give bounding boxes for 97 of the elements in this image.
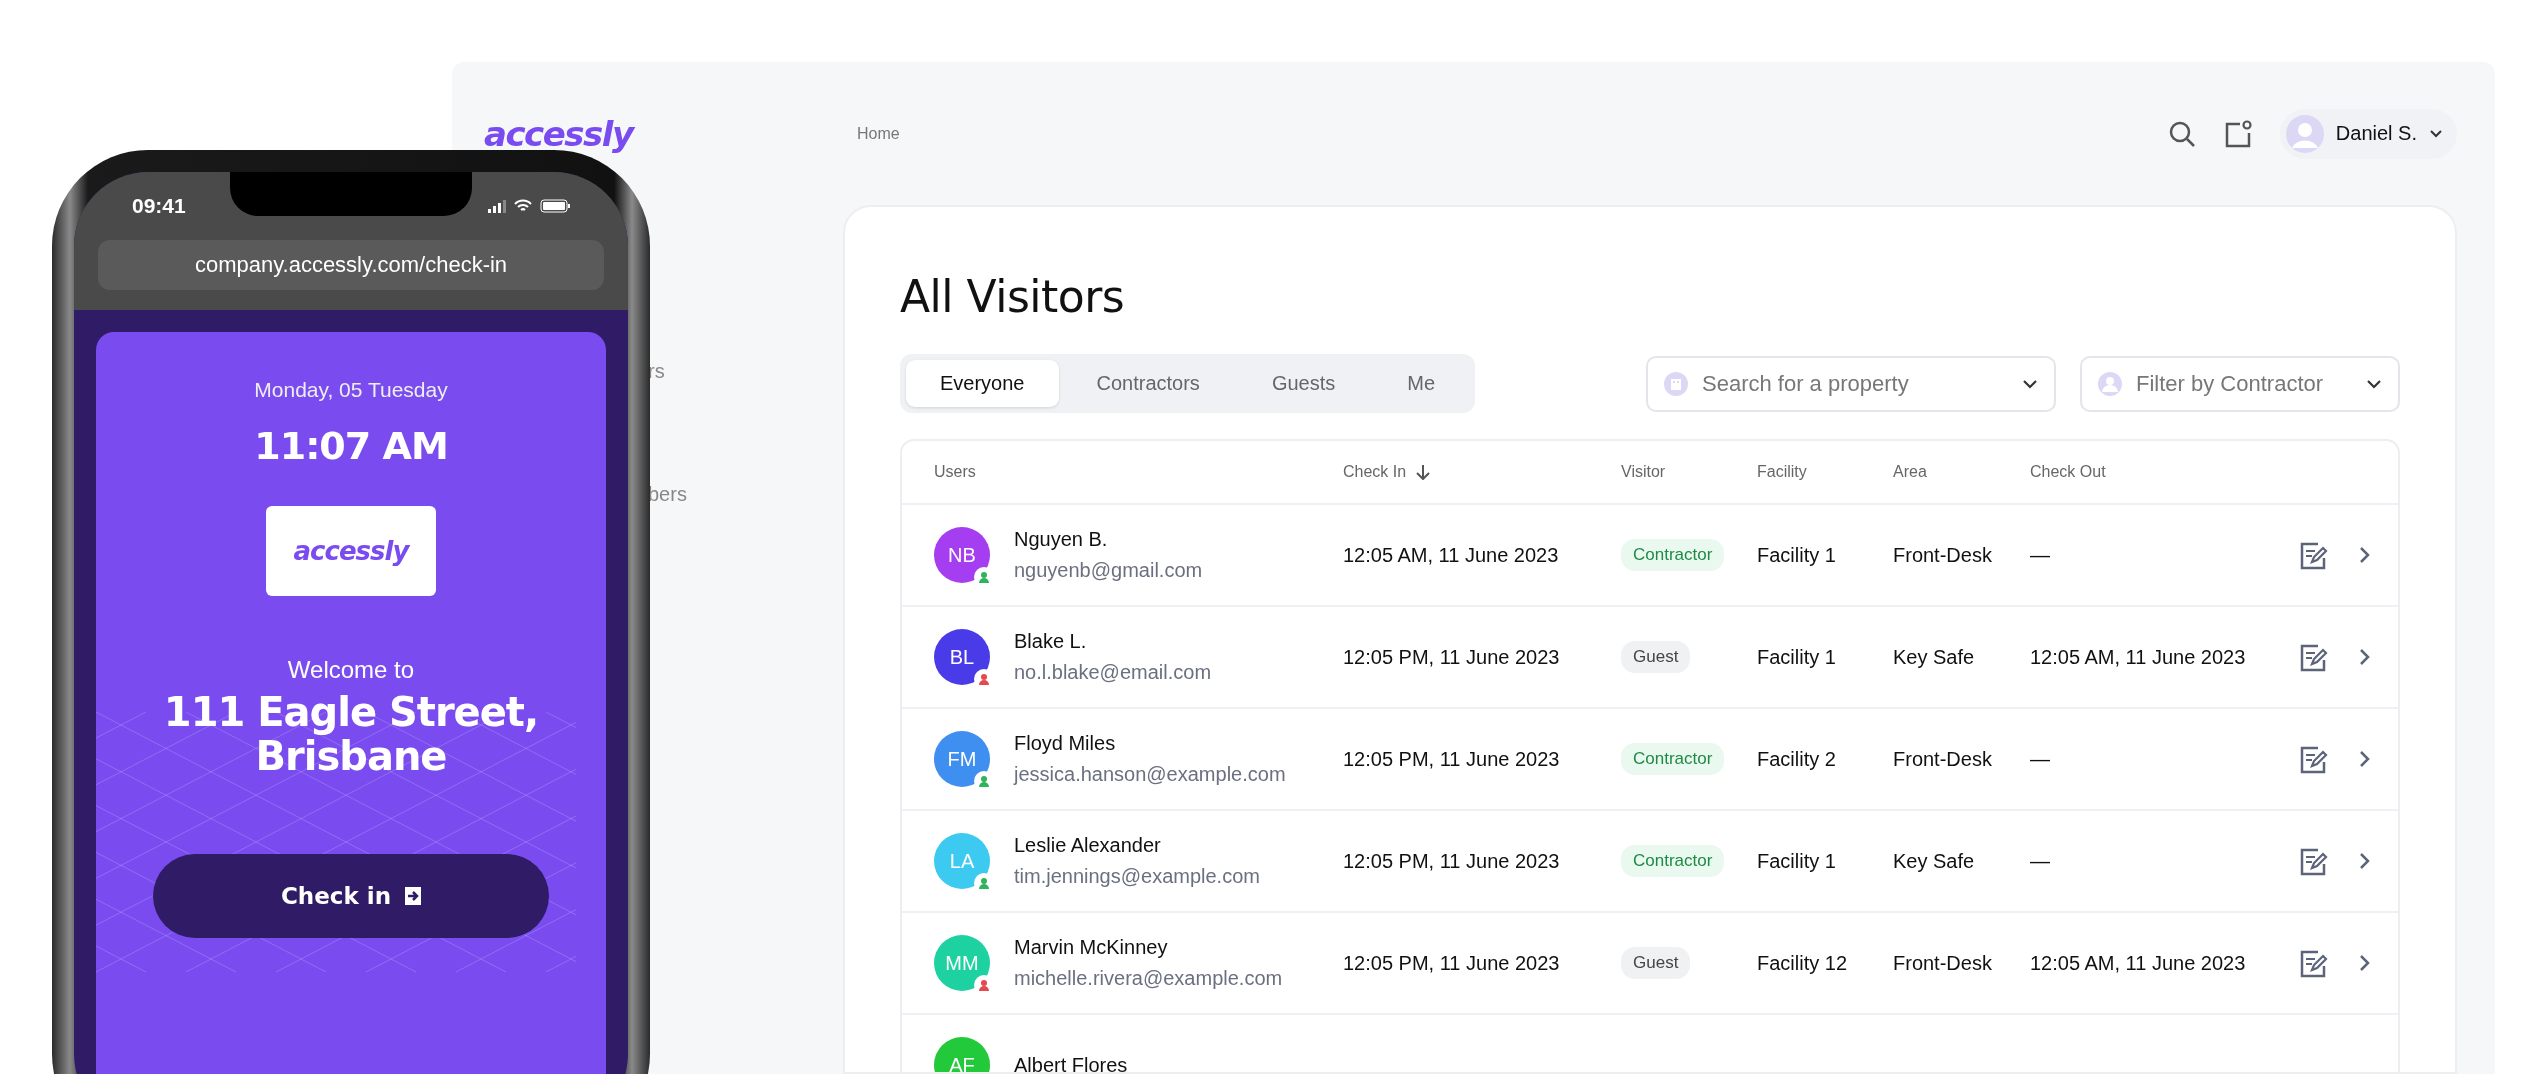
filter-tab[interactable]: Contractors	[1062, 360, 1234, 407]
visitor-type-tag: Guest	[1621, 947, 1691, 979]
column-header[interactable]: Area	[1893, 463, 1927, 481]
column-header[interactable]: Check In	[1343, 463, 1407, 481]
table-cell-text: Facility 1	[1757, 849, 1837, 873]
contractor-filter-field[interactable]: Filter by Contractor	[2134, 369, 2354, 398]
table-cell-text: 12:05 AM, 11 June 2023	[2030, 645, 2247, 669]
table-cell-text: Front-Desk	[1893, 747, 1993, 771]
table-cell-text: 12:05 PM, 11 June 2023	[1343, 951, 1561, 975]
user-menu[interactable]: Daniel S.	[2279, 108, 2457, 159]
sort-arrow-icon[interactable]	[1416, 464, 1431, 480]
column-header[interactable]: Check Out	[2030, 463, 2106, 481]
column-header[interactable]: Facility	[1757, 463, 1807, 481]
logo[interactable]: accessly	[484, 113, 857, 154]
logo: accessly	[266, 506, 436, 596]
check-in-button[interactable]: Check in	[153, 854, 549, 938]
avatar-initials: AF	[949, 1053, 975, 1072]
contractor-filter-dropdown[interactable]: Filter by Contractor	[2080, 355, 2400, 412]
user-name: Daniel S.	[2335, 122, 2417, 145]
visitor-type-tag: Contractor	[1621, 539, 1725, 571]
table-cell-text: Front-Desk	[1893, 951, 1993, 975]
person-icon	[978, 673, 990, 685]
table-cell-text: Key Safe	[1893, 645, 1976, 669]
visitor-type-tag: Guest	[1621, 641, 1691, 673]
building-icon	[1664, 371, 1688, 396]
user-name: Nguyen B.	[1014, 528, 1109, 551]
chevron-right-icon[interactable]	[2358, 750, 2370, 768]
avatar-initials: BL	[949, 645, 975, 669]
edit-icon[interactable]	[2298, 846, 2328, 876]
filter-tab[interactable]: Me	[1373, 360, 1470, 407]
table-cell-text: 12:05 PM, 11 June 2023	[1343, 645, 1561, 669]
search-icon[interactable]	[2167, 119, 2196, 148]
user-email: jessica.hanson@example.com	[1014, 763, 1286, 786]
avatar-icon	[2285, 114, 2324, 153]
table-cell-text: Facility 1	[1757, 543, 1837, 567]
column-header[interactable]: Users	[934, 463, 976, 481]
person-icon	[978, 979, 990, 991]
visitor-type-tag: Contractor	[1621, 845, 1725, 877]
avatar-initials: LA	[949, 849, 975, 873]
column-header[interactable]: Visitor	[1621, 463, 1666, 481]
notification-icon[interactable]	[2223, 119, 2252, 148]
person-icon	[2098, 371, 2122, 396]
user-name: Blake L.	[1014, 630, 1088, 653]
person-icon	[978, 775, 990, 787]
filter-tab[interactable]: Everyone	[906, 360, 1059, 407]
table-cell-text: Key Safe	[1893, 849, 1976, 873]
table-cell-text: —	[2030, 747, 2051, 771]
table-cell-text: Facility 1	[1757, 645, 1837, 669]
address-heading: 111 Eagle Street, Brisbane	[162, 690, 540, 778]
chevron-right-icon[interactable]	[2358, 546, 2370, 564]
table-cell-text: 12:05 AM, 11 June 2023	[2030, 951, 2247, 975]
property-search-dropdown[interactable]: Search for a property	[1646, 355, 2056, 412]
status-time: 09:41	[132, 194, 186, 218]
chevron-down-icon	[2366, 378, 2382, 389]
table-cell-text: —	[2030, 849, 2051, 873]
user-email: no.l.blake@email.com	[1014, 661, 1212, 684]
table-cell-text: —	[2030, 543, 2051, 567]
edit-icon[interactable]	[2298, 642, 2328, 672]
chevron-down-icon	[2022, 378, 2038, 389]
wifi-icon	[514, 199, 532, 213]
table-cell-text: Facility 2	[1757, 747, 1837, 771]
chevron-right-icon[interactable]	[2358, 852, 2370, 870]
table-cell-text: Facility 12	[1757, 951, 1849, 975]
date-text: Monday, 05 Tuesday	[254, 378, 448, 402]
address-bar: company.accessly.com/check-in	[98, 240, 604, 290]
page-title: All Visitors	[900, 271, 1126, 322]
visitor-type-tag: Contractor	[1621, 743, 1725, 775]
user-email: tim.jennings@example.com	[1014, 865, 1260, 888]
table-cell-text: 12:05 AM, 11 June 2023	[1343, 543, 1560, 567]
table-cell-text: 12:05 PM, 11 June 2023	[1343, 849, 1561, 873]
property-search-field[interactable]: Search for a property	[1700, 369, 2010, 398]
edit-icon[interactable]	[2298, 540, 2328, 570]
user-name: Leslie Alexander	[1014, 834, 1162, 857]
user-name: Albert Flores	[1014, 1053, 1128, 1072]
table-cell-text: Front-Desk	[1893, 543, 1993, 567]
breadcrumb-link[interactable]: Home	[857, 124, 900, 143]
chevron-right-icon[interactable]	[2358, 954, 2370, 972]
signal-icon	[488, 199, 506, 213]
edit-icon[interactable]	[2298, 744, 2328, 774]
user-email: michelle.rivera@example.com	[1014, 967, 1283, 990]
user-name: Floyd Miles	[1014, 732, 1117, 755]
clock-time: 11:07 AM	[254, 424, 448, 468]
user-email: nguyenb@gmail.com	[1014, 559, 1203, 582]
person-icon	[978, 571, 990, 583]
avatar-initials: FM	[947, 747, 977, 771]
battery-icon	[540, 199, 570, 213]
enter-icon	[405, 887, 422, 905]
avatar-initials: NB	[948, 543, 976, 567]
avatar-initials: MM	[945, 951, 979, 975]
filter-tab[interactable]: Guests	[1237, 360, 1370, 407]
user-name: Marvin McKinney	[1014, 936, 1169, 959]
chevron-right-icon[interactable]	[2358, 648, 2370, 666]
edit-icon[interactable]	[2298, 948, 2328, 978]
chevron-down-icon	[2429, 128, 2443, 139]
person-icon	[978, 877, 990, 889]
table-cell-text: 12:05 PM, 11 June 2023	[1343, 747, 1561, 771]
welcome-text: Welcome to	[287, 656, 415, 684]
